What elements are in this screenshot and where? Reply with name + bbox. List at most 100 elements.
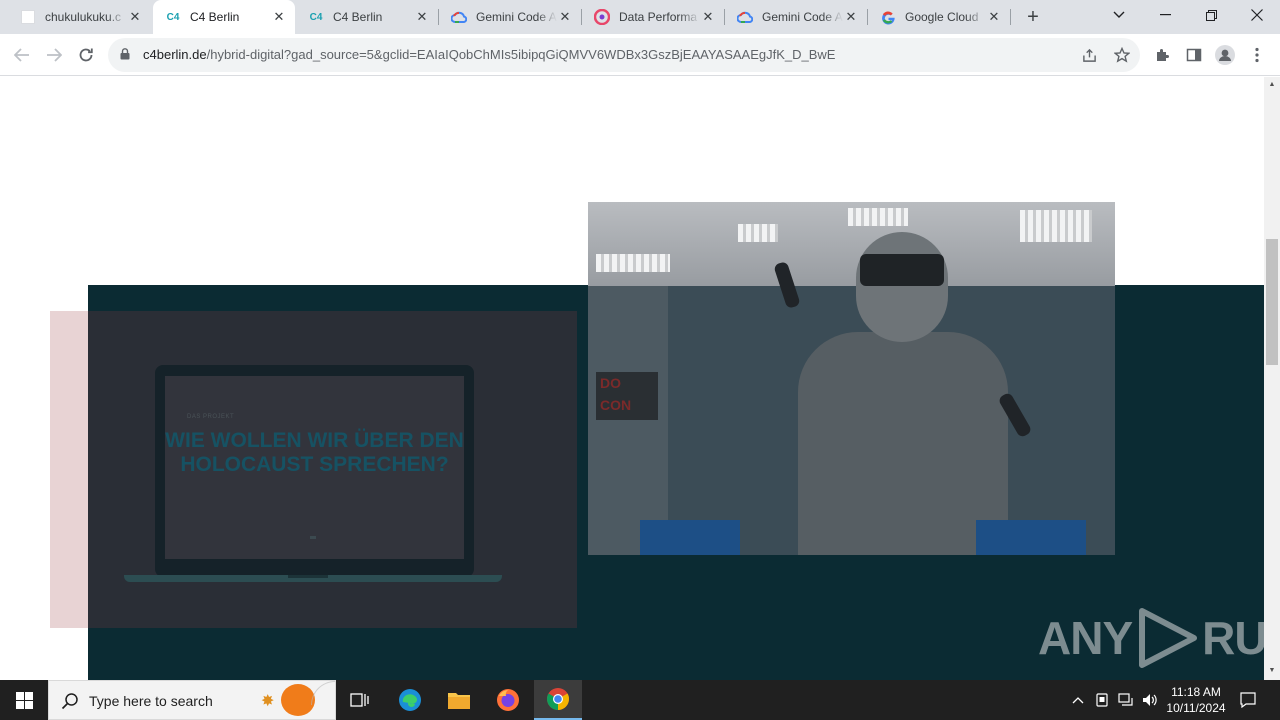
address-bar[interactable]: c4berlin.de/hybrid-digital?gad_source=5&… (108, 38, 1140, 72)
new-tab-button[interactable]: + (1020, 4, 1046, 30)
file-explorer-button[interactable] (435, 680, 483, 720)
watermark-right-text: RUN (1202, 612, 1264, 664)
ceiling-light (738, 224, 778, 242)
minimize-button[interactable] (1142, 0, 1188, 30)
autumn-leaf-icon: ✸ (261, 693, 275, 710)
photo-monitor (640, 520, 740, 555)
task-view-button[interactable] (336, 680, 384, 720)
c4-logo-icon: C4 (166, 11, 180, 23)
volume-icon[interactable] (1140, 680, 1160, 720)
extensions-puzzle-icon[interactable] (1151, 44, 1173, 66)
google-cloud-icon (451, 9, 467, 25)
browser-toolbar: c4berlin.de/hybrid-digital?gad_source=5&… (0, 34, 1280, 76)
tab-separator (1010, 9, 1011, 25)
tab-close-icon[interactable]: ✕ (986, 9, 1002, 25)
close-window-button[interactable] (1234, 0, 1280, 30)
tab-title: Gemini Code A (762, 10, 843, 24)
side-panel-icon[interactable] (1183, 44, 1205, 66)
photo-sign: DO CON (596, 372, 658, 420)
play-triangle-icon (1139, 608, 1198, 668)
clock-date: 10/11/2024 (1166, 701, 1226, 715)
tab-close-icon[interactable]: ✕ (700, 9, 716, 25)
clock-time: 11:18 AM (1171, 685, 1221, 699)
chrome-icon (547, 688, 569, 710)
chrome-taskbar-button[interactable] (534, 680, 582, 720)
tab-google-cloud[interactable]: Google Cloud ✕ (868, 0, 1010, 34)
firefox-taskbar-button[interactable] (484, 680, 532, 720)
scroll-down-arrow-icon[interactable]: ▼ (1268, 667, 1276, 674)
task-view-icon (350, 693, 369, 707)
anyrun-watermark: ANY RUN (1038, 607, 1264, 669)
tray-overflow-chevron-icon[interactable] (1068, 680, 1088, 720)
tab-title: Google Cloud (905, 10, 979, 24)
profile-avatar-icon[interactable] (1214, 44, 1236, 66)
tab-c4-berlin-active[interactable]: C4 C4 Berlin ✕ (153, 0, 295, 34)
network-icon[interactable] (1116, 680, 1136, 720)
tab-c4-berlin[interactable]: C4 C4 Berlin ✕ (296, 0, 438, 34)
arrow-left-icon (14, 48, 29, 62)
tab-close-icon[interactable]: ✕ (414, 9, 430, 25)
c4-logo-icon: C4 (309, 11, 323, 23)
chrome-menu-icon[interactable] (1246, 44, 1268, 66)
tab-title: C4 Berlin (190, 10, 240, 24)
windows-taskbar: Type here to search ✸ 11:18 AM 10/11/202… (0, 680, 1280, 720)
firefox-icon (497, 689, 519, 711)
search-placeholder: Type here to search (89, 693, 213, 709)
scroll-up-arrow-icon[interactable]: ▲ (1268, 81, 1276, 88)
search-icon (61, 693, 78, 710)
spider-web-icon (311, 681, 335, 705)
back-button[interactable] (6, 39, 38, 71)
tab-close-icon[interactable]: ✕ (127, 9, 143, 25)
tab-strip: chukulukuku.c ✕ C4 C4 Berlin ✕ C4 C4 Ber… (0, 0, 1280, 34)
tab-gemini-code-1[interactable]: Gemini Code A ✕ (439, 0, 581, 34)
data-performance-icon (594, 9, 610, 25)
forward-button[interactable] (38, 39, 70, 71)
photo-pillar (588, 286, 668, 555)
person-head (856, 232, 948, 342)
reload-button[interactable] (70, 39, 102, 71)
url-host: c4berlin.de (143, 47, 207, 62)
laptop-screen-button (310, 536, 316, 539)
restore-button[interactable] (1188, 0, 1234, 30)
laptop-overline-text: DAS PROJEKT (187, 414, 235, 420)
tab-title: Gemini Code A (476, 10, 557, 24)
scrollbar-thumb[interactable] (1266, 239, 1278, 365)
folder-icon (448, 693, 470, 709)
ceiling-light (848, 208, 908, 226)
bookmark-star-icon[interactable] (1113, 46, 1131, 64)
blank-page-icon (20, 9, 36, 25)
photo-monitor (976, 520, 1086, 555)
tab-title: Data Performa (619, 10, 698, 24)
tab-close-icon[interactable]: ✕ (557, 9, 573, 25)
lock-icon[interactable] (120, 48, 130, 60)
watermark-left-text: ANY (1038, 612, 1133, 664)
start-button[interactable] (0, 680, 48, 720)
reload-icon (79, 48, 93, 62)
tab-close-icon[interactable]: ✕ (271, 9, 287, 25)
vr-headset (860, 254, 944, 286)
pumpkin-icon (281, 684, 315, 716)
taskbar-search-box[interactable]: Type here to search ✸ (48, 680, 336, 720)
page-scrollbar[interactable]: ▲ ▼ (1264, 77, 1280, 680)
url-path: /hybrid-digital?gad_source=5&gclid=EAIaI… (206, 47, 836, 62)
tab-gemini-code-2[interactable]: Gemini Code A ✕ (725, 0, 867, 34)
laptop-heading: WIE WOLLEN WIR ÜBER DEN HOLOCAUST SPRECH… (165, 429, 464, 476)
notification-icon (1240, 692, 1256, 708)
tab-chukulukuku[interactable]: chukulukuku.c ✕ (8, 0, 151, 34)
tab-title: C4 Berlin (333, 10, 383, 24)
system-clock[interactable]: 11:18 AM 10/11/2024 (1160, 684, 1232, 716)
windows-logo-icon (15, 691, 33, 709)
notification-center-button[interactable] (1236, 680, 1260, 720)
share-icon[interactable] (1080, 46, 1098, 64)
tab-close-icon[interactable]: ✕ (843, 9, 859, 25)
url-text[interactable]: c4berlin.de/hybrid-digital?gad_source=5&… (143, 47, 835, 62)
tab-data-performance[interactable]: Data Performa ✕ (582, 0, 724, 34)
tab-title: chukulukuku.c (45, 10, 122, 24)
vr-headset-photo: DO CON (588, 202, 1115, 555)
edge-taskbar-button[interactable] (386, 680, 434, 720)
web-page-content: DAS PROJEKT WIE WOLLEN WIR ÜBER DEN HOLO… (0, 77, 1264, 680)
laptop-notch (288, 575, 328, 578)
device-icon[interactable] (1092, 680, 1112, 720)
ceiling-light (596, 254, 670, 272)
tab-search-button[interactable] (1096, 0, 1142, 30)
